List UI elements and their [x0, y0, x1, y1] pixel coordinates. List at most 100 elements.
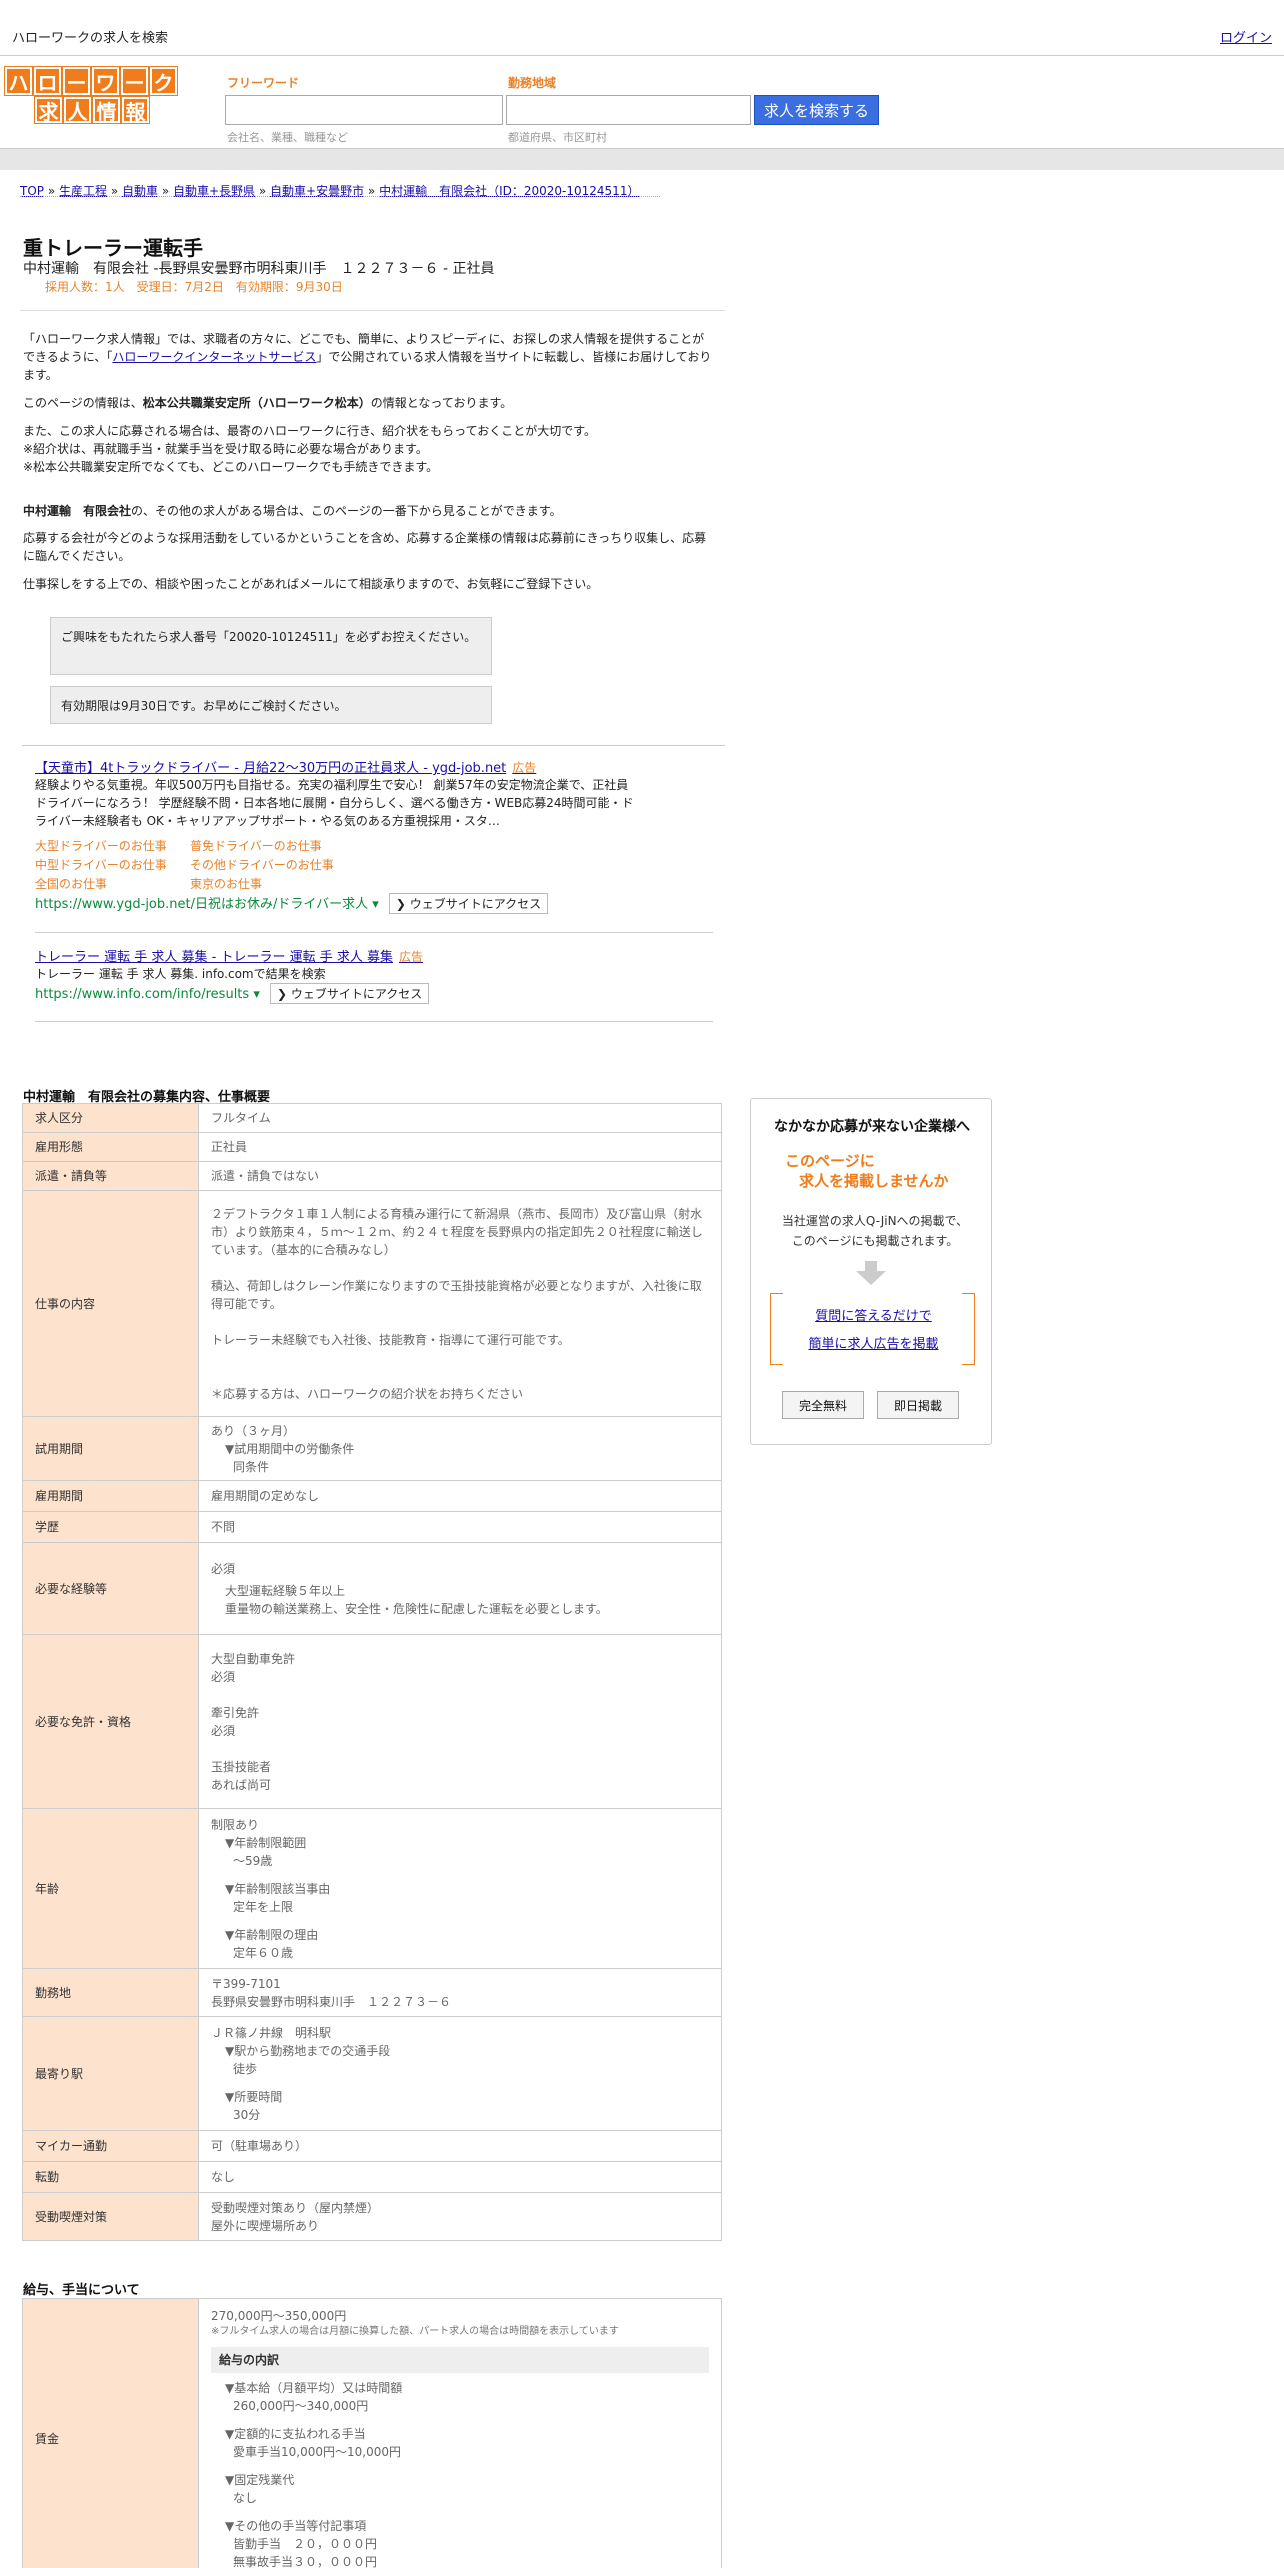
table-row: 雇用形態 正社員: [22, 1132, 722, 1162]
sidebar-text: 当社運営の求人Q-JiNへの掲載で、 このページにも掲載されます。: [781, 1214, 969, 1248]
job-meta: 採用人数：1人 受理日：7月2日 有効期限：9月30日: [45, 280, 343, 294]
search-button[interactable]: 求人を検索する: [754, 95, 879, 125]
row-value: 可（駐車場あり）: [198, 2130, 722, 2162]
login-link[interactable]: ログイン: [1220, 27, 1272, 46]
row-value: なし: [198, 2161, 722, 2193]
referral-paragraph: また、この求人に応募される場合は、最寄のハローワークに行き、紹介状をもらっておく…: [23, 422, 713, 476]
row-key: 試用期間: [22, 1416, 199, 1481]
job-subtitle: 中村運輸 有限会社 -長野県安曇野市明科東川手 １２２７３－６ - 正社員: [23, 261, 495, 277]
other-jobs-text: の、その他の求人がある場合は、このページの一番下から見ることができます。: [131, 504, 562, 518]
visit-website-button[interactable]: ❯ ウェブサイトにアクセス: [388, 893, 549, 914]
logo-char: 情: [92, 96, 121, 124]
table-row: 勤務地 〒399-7101 長野県安曇野市明科東川手 １２２７３－６: [22, 1968, 722, 2017]
row-value: 受動喫煙対策あり（屋内禁煙） 屋外に喫煙場所あり: [198, 2192, 722, 2241]
ad-url-row: https://www.ygd-job.net/日祝はお休み/ドライバー求人 ▾…: [35, 893, 549, 914]
row-key: 転勤: [22, 2161, 199, 2193]
row-key: 派遣・請負等: [22, 1161, 199, 1191]
row-value: ＪＲ篠ノ井線 明科駅 ▼駅から勤務地までの交通手段 徒歩 ▼所要時間 30分: [198, 2016, 722, 2131]
expiry-note: 有効期限は9月30日です。お早めにご検討ください。: [50, 686, 492, 724]
same-day-button[interactable]: 即日掲載: [877, 1391, 959, 1419]
keyword-hint: 会社名、業種、職種など: [227, 131, 348, 144]
salary-table: 賃金 270,000円〜350,000円 ※フルタイム求人の場合は月額に換算した…: [22, 2298, 722, 2568]
ad-divider: [35, 1021, 713, 1022]
area-hint: 都道府県、市区町村: [508, 131, 607, 144]
free-button[interactable]: 完全無料: [782, 1391, 864, 1419]
hellowork-internet-service-link[interactable]: ハローワークインターネットサービス: [112, 350, 316, 364]
salary-breakdown-heading: 給与の内訳: [211, 2347, 709, 2373]
row-value: 雇用期間の定めなし: [198, 1480, 722, 1512]
table-row: 学歴 不問: [22, 1511, 722, 1543]
row-key: 必要な経験等: [22, 1542, 199, 1635]
row-value: 大型自動車免許 必須 牽引免許 必須 玉掛技能者 あれば尚可: [198, 1634, 722, 1809]
advice-paragraph: 応募する会社が今どのような採用活動をしているかということを含め、応募する企業様の…: [23, 531, 707, 563]
keyword-label: フリーワード: [227, 76, 300, 90]
site-title: ハローワークの求人を検索: [12, 31, 169, 46]
ad-url-row: https://www.info.com/info/results ▾ ❯ ウェ…: [35, 983, 430, 1004]
top-bar: ハローワークの求人を検索 ログイン: [0, 0, 1284, 56]
ad-tag: 広告: [399, 950, 424, 964]
row-value: 派遣・請負ではない: [198, 1161, 722, 1191]
source-text: このページの情報は、: [23, 396, 143, 410]
table-row: マイカー通勤 可（駐車場あり）: [22, 2130, 722, 2162]
ad-sitelink[interactable]: 普免ドライバーのお仕事: [190, 837, 322, 854]
sidebar-heading: なかなか応募が来ない企業様へ: [774, 1119, 970, 1135]
header-divider: [0, 148, 1284, 170]
source-text: の情報となっております。: [370, 396, 513, 410]
ad-url[interactable]: https://www.ygd-job.net/日祝はお休み/ドライバー求人: [35, 897, 368, 912]
row-key: 必要な免許・資格: [22, 1634, 199, 1809]
hellowork-logo[interactable]: ハ ロ ー ワ ー ク 求 人 情 報: [4, 66, 180, 125]
other-jobs-paragraph: 中村運輸 有限会社の、その他の求人がある場合は、このページの一番下から見ることが…: [23, 502, 713, 520]
source-office: 松本公共職業安定所（ハローワーク松本）: [142, 396, 371, 410]
ad-description: トレーラー 運転 手 求人 募集. info.comで結果を検索: [35, 967, 326, 981]
table-row: 求人区分 フルタイム: [22, 1103, 722, 1133]
ad-tag: 広告: [512, 761, 537, 775]
referral-line: また、この求人に応募される場合は、最寄のハローワークに行き、紹介状をもらっておく…: [23, 424, 597, 438]
row-value: 270,000円〜350,000円 ※フルタイム求人の場合は月額に換算した額、パ…: [198, 2298, 722, 2568]
row-key: 最寄り駅: [22, 2016, 199, 2131]
answer-questions-link[interactable]: 質問に答えるだけで: [771, 1305, 976, 1324]
row-key: 勤務地: [22, 1968, 199, 2017]
intro-paragraph: 「ハローワーク求人情報」では、求職者の方々に、どこでも、簡単に、よりスピーディに…: [23, 330, 713, 384]
keyword-input[interactable]: [225, 95, 503, 125]
logo-char: ク: [149, 66, 178, 96]
referral-line: ※松本公共職業安定所でなくても、どこのハローワークでも手続きできます。: [23, 460, 439, 474]
ad-title-link[interactable]: 【天童市】4tトラックドライバー - 月給22～30万円の正社員求人 - ygd…: [35, 757, 536, 776]
sidebar-link-box: 質問に答えるだけで 簡単に求人広告を掲載: [770, 1293, 975, 1365]
ad-sitelink[interactable]: 東京のお仕事: [190, 875, 262, 892]
table-row: 賃金 270,000円〜350,000円 ※フルタイム求人の場合は月額に換算した…: [22, 2298, 722, 2568]
advertise-sidebar: なかなか応募が来ない企業様へ このページに 求人を掲載しませんか 当社運営の求人…: [750, 1098, 992, 1445]
ad-sitelink[interactable]: その他ドライバーのお仕事: [190, 856, 334, 873]
logo-char: ー: [62, 66, 91, 96]
table-row: 年齢 制限あり ▼年齢制限範囲 ～59歳 ▼年齢制限該当事由 定年を上限 ▼年齢制限の理由…: [22, 1808, 722, 1969]
table-row: 雇用期間 雇用期間の定めなし: [22, 1480, 722, 1512]
table-row: 転勤 なし: [22, 2161, 722, 2193]
row-value: 正社員: [198, 1132, 722, 1162]
row-key: 仕事の内容: [22, 1190, 199, 1417]
ad-sitelink[interactable]: 全国のお仕事: [35, 875, 107, 892]
logo-char: ロ: [33, 66, 62, 96]
post-job-ad-link[interactable]: 簡単に求人広告を掲載: [771, 1333, 976, 1352]
ad-url[interactable]: https://www.info.com/info/results: [35, 987, 249, 1002]
visit-website-button[interactable]: ❯ ウェブサイトにアクセス: [269, 983, 430, 1004]
salary-range: 270,000円〜350,000円: [211, 2309, 347, 2323]
breadcrumb-divider: [20, 196, 660, 197]
row-key: 年齢: [22, 1808, 199, 1969]
arrow-down-icon: [856, 1261, 886, 1285]
table-row: 必要な経験等 必須 大型運転経験５年以上 重量物の輸送業務上、安全性・危険性に配慮し…: [22, 1542, 722, 1635]
row-key: 雇用期間: [22, 1480, 199, 1512]
area-input[interactable]: [506, 95, 751, 125]
ad-sitelink[interactable]: 中型ドライバーのお仕事: [35, 856, 167, 873]
logo-char: ハ: [4, 66, 33, 96]
row-value: あり（３ヶ月） ▼試用期間中の労働条件 同条件: [198, 1416, 722, 1481]
row-key: 受動喫煙対策: [22, 2192, 199, 2241]
ad-title-link[interactable]: トレーラー 運転 手 求人 募集 - トレーラー 運転 手 求人 募集 広告: [35, 946, 423, 965]
table-row: 試用期間 あり（３ヶ月） ▼試用期間中の労働条件 同条件: [22, 1416, 722, 1481]
row-key: 求人区分: [22, 1103, 199, 1133]
table-row: 受動喫煙対策 受動喫煙対策あり（屋内禁煙） 屋外に喫煙場所あり: [22, 2192, 722, 2241]
logo-char: ワ: [91, 66, 120, 96]
ad-sitelink[interactable]: 大型ドライバーのお仕事: [35, 837, 167, 854]
ad-divider: [35, 932, 713, 933]
row-value: 制限あり ▼年齢制限範囲 ～59歳 ▼年齢制限該当事由 定年を上限 ▼年齢制限の理由 定年６…: [198, 1808, 722, 1969]
row-key: マイカー通勤: [22, 2130, 199, 2162]
ad-divider: [22, 745, 725, 746]
